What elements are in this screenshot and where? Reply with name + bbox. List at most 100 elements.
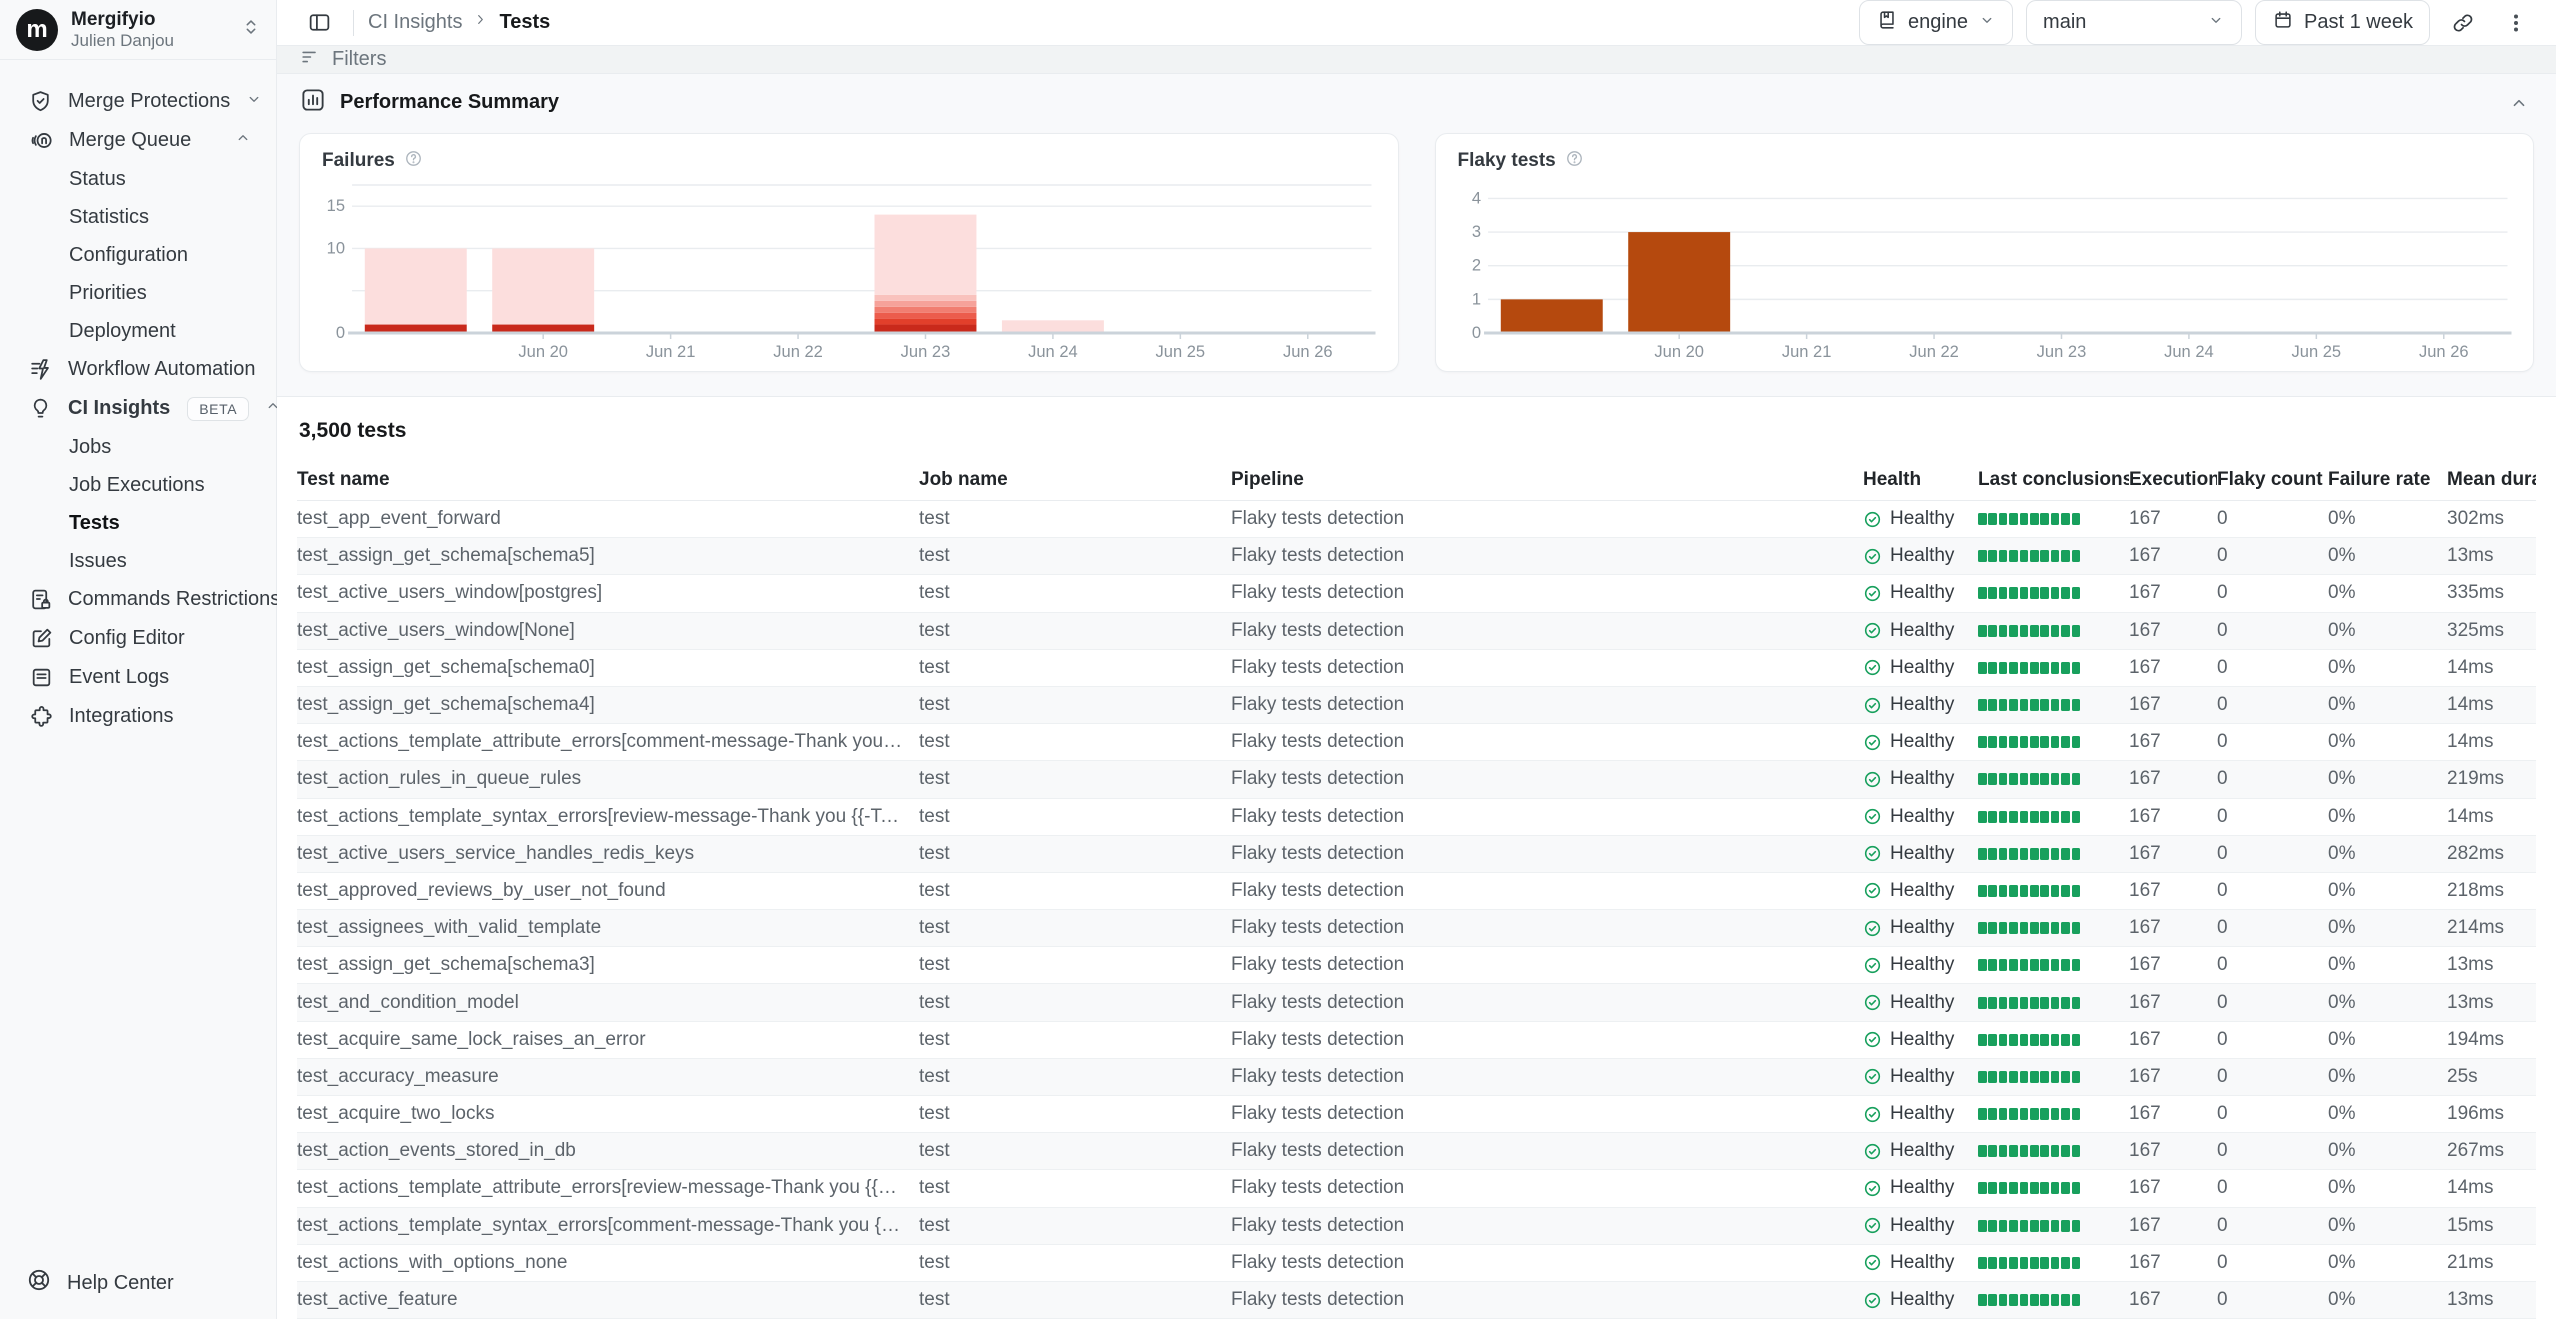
column-header-test-name[interactable]: Test name (297, 469, 919, 491)
sidebar-item-issues[interactable]: Issues (10, 542, 266, 580)
column-header-failure-rate[interactable]: Failure rate (2328, 469, 2447, 491)
branch-select[interactable]: main (2026, 0, 2242, 45)
table-row[interactable]: test_assign_get_schema[schema4]testFlaky… (297, 687, 2536, 724)
cell-flaky-count: 0 (2217, 880, 2328, 902)
conclusion-square-success (2009, 550, 2018, 562)
date-range-button[interactable]: Past 1 week (2255, 0, 2430, 45)
cell-job-name: test (919, 1066, 1231, 1088)
sidebar-item-commands-restrictions[interactable]: Commands Restrictions (10, 580, 266, 619)
table-row[interactable]: test_action_events_stored_in_dbtestFlaky… (297, 1133, 2536, 1170)
filters-button[interactable]: Filters (332, 48, 386, 71)
sidebar-item-statistics[interactable]: Statistics (10, 198, 266, 236)
conclusion-squares (1978, 1071, 2113, 1083)
column-header-job-name[interactable]: Job name (919, 469, 1231, 491)
conclusion-square-success (1999, 922, 2008, 934)
help-circle-icon[interactable] (404, 149, 423, 173)
conclusion-square-success (1999, 959, 2008, 971)
table-row[interactable]: test_assign_get_schema[schema0]testFlaky… (297, 650, 2536, 687)
table-row[interactable]: test_action_rules_in_queue_rulestestFlak… (297, 761, 2536, 798)
table-row[interactable]: test_acquire_two_lockstestFlaky tests de… (297, 1096, 2536, 1133)
healthy-check-icon (1863, 1067, 1882, 1086)
table-row[interactable]: test_acquire_same_lock_raises_an_errorte… (297, 1022, 2536, 1059)
cell-last-conclusions (1978, 1294, 2129, 1306)
sidebar-item-deployment[interactable]: Deployment (10, 312, 266, 350)
table-row[interactable]: test_actions_template_attribute_errors[r… (297, 1170, 2536, 1207)
breadcrumb-ci-insights[interactable]: CI Insights (368, 11, 462, 34)
cell-job-name: test (919, 657, 1231, 679)
table-row[interactable]: test_active_users_window[postgres]testFl… (297, 575, 2536, 612)
conclusion-square-success (2030, 550, 2039, 562)
table-body: test_app_event_forwardtestFlaky tests de… (297, 501, 2536, 1319)
table-row[interactable]: test_assign_get_schema[schema3]testFlaky… (297, 947, 2536, 984)
sidebar-item-merge-queue[interactable]: Merge Queue (10, 121, 266, 160)
sidebar-item-jobs[interactable]: Jobs (10, 428, 266, 466)
help-circle-icon[interactable] (1565, 149, 1584, 173)
kebab-menu-icon[interactable] (2496, 3, 2536, 43)
sidebar-item-status[interactable]: Status (10, 160, 266, 198)
table-row[interactable]: test_assign_get_schema[schema5]testFlaky… (297, 538, 2536, 575)
conclusion-square-success (2009, 587, 2018, 599)
workspace-switcher[interactable]: m Mergifyio Julien Danjou (0, 0, 276, 60)
table-row[interactable]: test_actions_template_attribute_errors[c… (297, 724, 2536, 761)
conclusion-square-success (1978, 736, 1987, 748)
sidebar-item-config-editor[interactable]: Config Editor (10, 619, 266, 658)
table-row[interactable]: test_assignees_with_valid_templatetestFl… (297, 910, 2536, 947)
table-row[interactable]: test_and_condition_modeltestFlaky tests … (297, 984, 2536, 1021)
column-header-mean-duration[interactable]: Mean duration (2447, 469, 2536, 491)
cell-executions: 167 (2129, 954, 2217, 976)
column-header-executions[interactable]: Executions (2129, 469, 2217, 491)
cell-mean-duration: 218ms (2447, 880, 2536, 902)
conclusion-square-success (2020, 550, 2029, 562)
sidebar: m Mergifyio Julien Danjou Merge Protecti… (0, 0, 277, 1319)
sidebar-item-merge-protections[interactable]: Merge Protections (10, 82, 266, 121)
shield-check-icon (28, 89, 53, 115)
column-header-last-conclusions[interactable]: Last conclusions (1978, 469, 2129, 491)
sidebar-item-ci-insights[interactable]: CI Insights BETA (10, 389, 266, 428)
branch-name: main (2043, 11, 2086, 34)
sidebar-item-label: CI Insights (68, 397, 170, 420)
sidebar-item-event-logs[interactable]: Event Logs (10, 658, 266, 697)
sidebar-item-tests[interactable]: Tests (10, 504, 266, 542)
cell-failure-rate: 0% (2328, 1103, 2447, 1125)
conclusion-square-success (2040, 662, 2049, 674)
table-row[interactable]: test_actions_template_syntax_errors[revi… (297, 799, 2536, 836)
help-center-link[interactable]: Help Center (0, 1249, 276, 1319)
health-label: Healthy (1890, 880, 1954, 902)
table-row[interactable]: test_actions_template_syntax_errors[comm… (297, 1208, 2536, 1245)
sidebar-item-workflow-automation[interactable]: Workflow Automation (10, 350, 266, 389)
health-label: Healthy (1890, 1177, 1954, 1199)
table-row[interactable]: test_accuracy_measuretestFlaky tests det… (297, 1059, 2536, 1096)
conclusion-square-success (2040, 1257, 2049, 1269)
copy-link-icon[interactable] (2443, 3, 2483, 43)
health-label: Healthy (1890, 545, 1954, 567)
conclusion-square-success (2009, 736, 2018, 748)
conclusion-square-success (2009, 922, 2018, 934)
table-row[interactable]: test_app_event_forwardtestFlaky tests de… (297, 501, 2536, 538)
cell-last-conclusions (1978, 513, 2129, 525)
cell-pipeline: Flaky tests detection (1231, 1103, 1863, 1125)
repository-dropdown[interactable]: engine (1859, 0, 2013, 45)
column-header-health[interactable]: Health (1863, 469, 1978, 491)
collapse-chevron-icon[interactable] (2508, 92, 2530, 114)
conclusion-square-success (1988, 1294, 1997, 1306)
table-row[interactable]: test_active_featuretestFlaky tests detec… (297, 1282, 2536, 1319)
conclusion-square-success (2030, 736, 2039, 748)
column-header-pipeline[interactable]: Pipeline (1231, 469, 1863, 491)
sidebar-item-priorities[interactable]: Priorities (10, 274, 266, 312)
conclusion-square-success (2030, 1034, 2039, 1046)
conclusion-square-success (1999, 1034, 2008, 1046)
conclusion-square-success (2009, 885, 2018, 897)
table-row[interactable]: test_approved_reviews_by_user_not_foundt… (297, 873, 2536, 910)
cell-job-name: test (919, 731, 1231, 753)
svg-text:Jun 21: Jun 21 (646, 343, 696, 361)
sidebar-item-integrations[interactable]: Integrations (10, 697, 266, 736)
column-header-flaky-count[interactable]: Flaky count (2217, 469, 2328, 491)
table-row[interactable]: test_active_users_window[None]testFlaky … (297, 613, 2536, 650)
table-row[interactable]: test_actions_with_options_nonetestFlaky … (297, 1245, 2536, 1282)
sidebar-toggle-icon[interactable] (299, 3, 339, 43)
table-row[interactable]: test_active_users_service_handles_redis_… (297, 836, 2536, 873)
cell-last-conclusions (1978, 773, 2129, 785)
conclusion-square-success (2009, 625, 2018, 637)
sidebar-item-configuration[interactable]: Configuration (10, 236, 266, 274)
sidebar-item-job-executions[interactable]: Job Executions (10, 466, 266, 504)
